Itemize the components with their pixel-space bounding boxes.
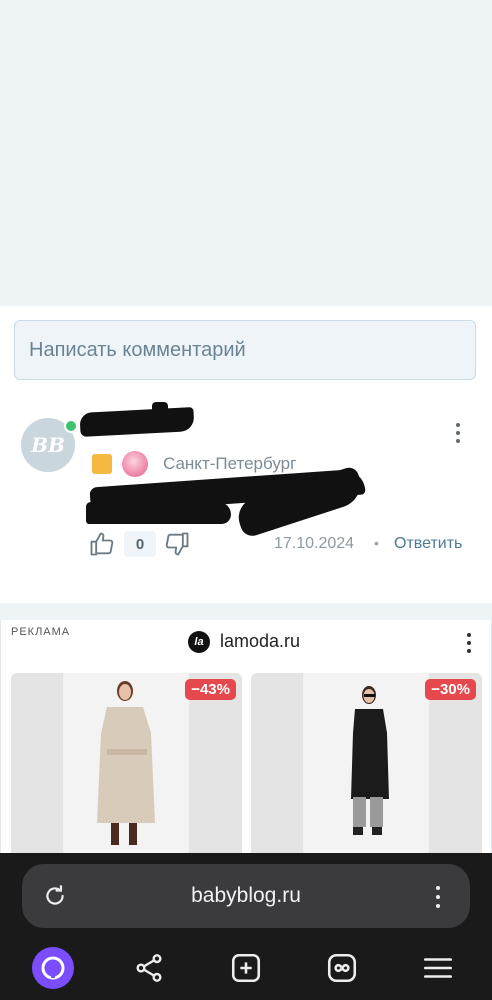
ad-more-options-icon[interactable] [457,628,481,658]
share-icon[interactable] [127,946,171,990]
menu-icon[interactable] [416,946,460,990]
alice-assistant-icon[interactable] [31,946,75,990]
comment-more-options-icon[interactable] [446,418,470,448]
comment-input-section [0,306,492,398]
comment-item: BB Санкт-Петербург 0 17.10.2024 • Ответи… [0,398,492,603]
new-tab-icon[interactable] [224,946,268,990]
browser-bottom-bar: babyblog.ru [0,853,492,1000]
user-city: Санкт-Петербург [163,454,297,473]
redacted-comment-text-2 [86,502,231,524]
likes-count: 0 [124,531,156,557]
product-card-1[interactable]: −43% [11,673,242,853]
product-card-2[interactable]: −30% [251,673,482,853]
tabs-icon[interactable] [320,946,364,990]
advertiser-name[interactable]: lamoda.ru [220,631,300,652]
product-photo-1 [63,673,189,853]
product-photo-2 [303,673,429,853]
comment-input[interactable] [14,320,476,380]
section-divider [0,603,492,620]
page-url[interactable]: babyblog.ru [22,884,470,908]
lamoda-logo-icon[interactable]: la [188,631,210,653]
user-badge-icon [92,454,112,474]
blank-content-area [0,0,492,306]
ad-block: РЕКЛАМА la lamoda.ru −43% −30% [0,620,492,853]
ad-label: РЕКЛАМА [11,626,71,638]
redacted-username [79,407,195,437]
address-bar[interactable]: babyblog.ru [22,864,470,928]
thumbs-up-icon[interactable] [88,530,116,558]
comment-date: 17.10.2024 [274,535,355,552]
separator-dot: • [374,535,379,551]
browser-more-icon[interactable] [426,882,450,912]
reply-link[interactable]: Ответить [394,535,462,553]
discount-badge: −43% [185,679,236,700]
redacted-username-tail [152,402,168,416]
discount-badge: −30% [425,679,476,700]
thumbs-down-icon[interactable] [163,530,191,558]
user-achievement-icon [122,451,148,477]
online-status-indicator [64,419,78,433]
